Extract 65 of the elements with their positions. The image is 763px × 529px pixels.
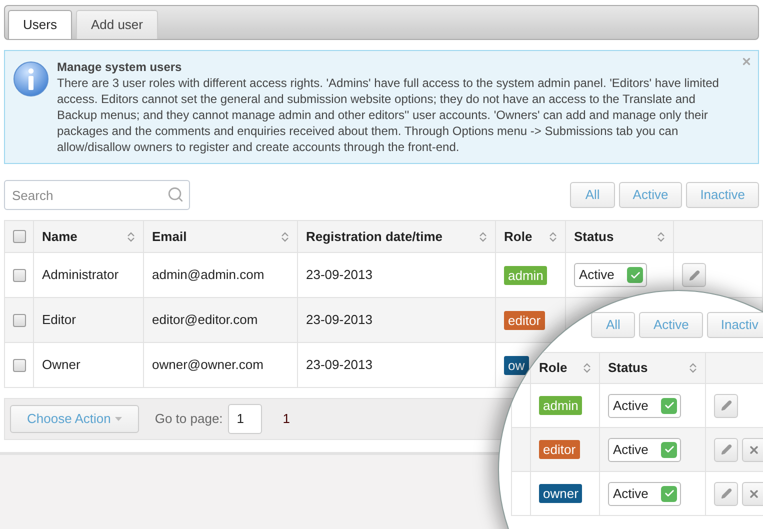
sort-icon[interactable] — [127, 230, 135, 242]
pencil-icon — [720, 400, 732, 411]
pencil-icon — [720, 488, 732, 499]
status-dropdown[interactable]: Active — [608, 438, 681, 462]
table-cell-text: Editor — [42, 311, 76, 330]
cross-icon — [748, 488, 760, 500]
edit-button[interactable] — [714, 438, 738, 462]
notice-title: Manage system users — [57, 59, 182, 75]
role-badge: ow — [504, 356, 529, 374]
table-cell-text: 23-09-2013 — [306, 311, 372, 330]
role-badge: admin — [504, 266, 548, 284]
edit-button[interactable] — [714, 482, 738, 506]
table-cell-text: owner@owner.com — [152, 356, 264, 374]
checkbox[interactable] — [12, 314, 26, 326]
delete-button[interactable] — [742, 482, 763, 506]
edit-button[interactable] — [682, 263, 706, 287]
pencil-icon — [720, 444, 732, 455]
column-header: Status — [608, 359, 648, 378]
check-icon — [661, 442, 677, 458]
checkbox[interactable] — [12, 230, 26, 243]
sort-icon[interactable] — [657, 230, 665, 242]
search-field[interactable]: Search — [4, 180, 190, 210]
status-dropdown[interactable]: Active — [574, 263, 647, 287]
table-cell-text: 23-09-2013 — [306, 356, 372, 374]
tab[interactable]: Add user — [76, 10, 158, 39]
sort-icon[interactable] — [583, 362, 591, 374]
column-header: Role — [539, 359, 568, 378]
column-header: Status — [574, 228, 614, 246]
check-icon — [661, 398, 677, 414]
role-badge: admin — [539, 396, 582, 415]
caret-icon — [114, 417, 122, 421]
sort-icon[interactable] — [549, 230, 557, 242]
close-icon[interactable] — [741, 56, 752, 67]
page-number[interactable]: 1 — [282, 409, 290, 429]
table-cell-text: 23-09-2013 — [306, 266, 372, 284]
table-cell-text: Administrator — [42, 266, 119, 284]
role-badge: owner — [539, 484, 582, 503]
pencil-icon — [688, 270, 700, 280]
table-cell-text: Owner — [42, 356, 80, 374]
go-to-page-label: Go to page: — [154, 410, 223, 428]
sort-icon[interactable] — [479, 230, 487, 242]
table-cell-text: editor@editor.com — [152, 311, 258, 330]
edit-button[interactable] — [714, 394, 738, 418]
check-icon — [627, 267, 643, 283]
notice-text: There are 3 user roles with different access rights. 'Admins' have full access to the system admin panel. 'Editors' have limited access. Editors cannot set the general and submission website options; they do not have an access to the Translate and Backup menus; and they cannot manage admin and other editors'' user accounts. 'Owners' can add and manage only their packages and the comments and enquiries received about them. Through Options menu -> Submissions tab you can allow/disallow owners to register and create accounts through the front-end. — [57, 75, 720, 155]
checkbox[interactable] — [12, 358, 26, 372]
delete-button[interactable] — [742, 438, 763, 462]
check-icon — [661, 486, 677, 502]
sort-icon[interactable] — [281, 230, 289, 242]
sort-icon[interactable] — [689, 362, 697, 374]
column-header: Email — [152, 228, 187, 246]
search-icon[interactable] — [167, 186, 184, 203]
column-header: Name — [42, 228, 78, 246]
role-badge: editor — [504, 310, 545, 330]
page-input[interactable]: 1 — [228, 404, 262, 434]
column-header: Role — [504, 228, 532, 246]
status-dropdown[interactable]: Active — [608, 482, 681, 506]
tab[interactable]: Users — [8, 10, 72, 39]
column-header: Registration date/time — [306, 228, 443, 246]
role-badge: editor — [539, 440, 580, 459]
cross-icon — [748, 444, 760, 456]
table-cell-text: admin@admin.com — [152, 266, 264, 284]
info-icon — [13, 61, 49, 99]
checkbox[interactable] — [12, 268, 26, 282]
status-dropdown[interactable]: Active — [608, 394, 681, 418]
